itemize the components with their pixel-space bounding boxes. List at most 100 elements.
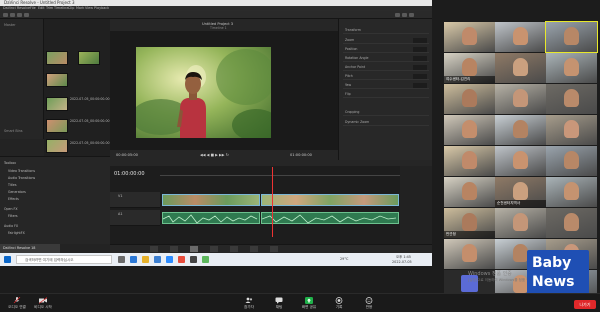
clip-label: 2022-07-05_00:00:00.00 <box>70 97 110 101</box>
participant-tile[interactable] <box>495 84 546 114</box>
effects-toggle-icon[interactable] <box>10 13 15 17</box>
leave-meeting-button[interactable]: 나가기 <box>574 300 596 309</box>
inspector-row[interactable]: Flip <box>343 91 429 98</box>
track-header-video[interactable]: V1 <box>110 192 160 208</box>
color-page-icon[interactable] <box>230 246 238 252</box>
participant-tile[interactable]: 여수센터-김진리 <box>444 53 495 83</box>
clip-thumbnail[interactable] <box>78 51 100 65</box>
sound-library-icon[interactable] <box>24 13 29 17</box>
participant-tile[interactable] <box>495 208 546 238</box>
file-explorer-icon[interactable] <box>142 256 149 263</box>
fairlight-page-icon[interactable] <box>250 246 258 252</box>
clip-thumbnail[interactable] <box>46 119 68 133</box>
participant-tile[interactable] <box>444 84 495 114</box>
start-icon[interactable] <box>4 256 11 263</box>
track-label: A1 <box>118 212 123 216</box>
effects-category[interactable]: Toolbox <box>4 161 16 165</box>
app-icon[interactable] <box>202 256 209 263</box>
participant-tile[interactable] <box>444 239 495 269</box>
effects-category[interactable]: Video Transitions <box>8 169 35 173</box>
effects-category[interactable]: Open FX <box>4 207 18 211</box>
inspector-icon[interactable] <box>409 13 414 17</box>
effects-category[interactable]: Generators <box>8 190 26 194</box>
inspector-row[interactable]: Rotation Angle <box>343 55 429 62</box>
reactions-button[interactable]: 반응 <box>354 296 384 312</box>
clock-date[interactable]: 2022-07-05 <box>392 260 412 264</box>
weather-temp[interactable]: 29°C <box>340 257 348 261</box>
audio-clip[interactable] <box>162 212 260 224</box>
participant-tile[interactable] <box>444 22 495 52</box>
task-view-icon[interactable] <box>118 256 125 263</box>
inspector-row[interactable]: Yaw <box>343 82 429 89</box>
media-page-icon[interactable] <box>150 246 158 252</box>
participant-tile[interactable] <box>495 146 546 176</box>
share-screen-button[interactable]: 화면 공유 <box>294 296 324 312</box>
participant-tile[interactable] <box>546 177 597 207</box>
video-clip[interactable] <box>162 194 260 206</box>
participant-tile[interactable] <box>444 115 495 145</box>
participant-tile[interactable] <box>546 208 597 238</box>
participant-tile[interactable] <box>546 115 597 145</box>
bin-smart[interactable]: Smart Bins <box>4 129 23 133</box>
effects-category[interactable]: Audio Transitions <box>8 176 35 180</box>
inspector-row[interactable]: Transform <box>343 27 429 34</box>
play-controls[interactable]: ◀◀ ◀ ■ ▶ ▶▶ ↻ <box>200 153 229 157</box>
clip-thumbnail[interactable] <box>46 51 68 65</box>
participant-face <box>513 120 528 138</box>
inspector-row[interactable]: Pitch <box>343 73 429 80</box>
participant-tile[interactable] <box>444 146 495 176</box>
inspector-row[interactable]: Position <box>343 46 429 53</box>
effects-category[interactable]: Audio FX <box>4 224 18 228</box>
video-clip[interactable] <box>261 194 399 206</box>
edge-icon[interactable] <box>130 256 137 263</box>
resolve-taskbar-preview[interactable]: DaVinci Resolve 18 <box>0 244 60 253</box>
participant-tile[interactable]: 순천센터지역사 <box>495 177 546 207</box>
participant-tile[interactable] <box>495 115 546 145</box>
participant-tile[interactable] <box>545 21 598 53</box>
effects-category[interactable]: FairlightFX <box>8 231 25 235</box>
participant-tile[interactable] <box>546 146 597 176</box>
participant-name: 순천센터지역사 <box>495 200 546 207</box>
participants-button[interactable]: 참가자 <box>234 296 264 312</box>
participant-face <box>513 89 528 107</box>
participant-tile[interactable] <box>495 22 546 52</box>
windows-activation-title: Windows 정품 인증 <box>468 271 512 277</box>
inspector-row[interactable]: Dynamic Zoom <box>343 119 429 126</box>
clock-time[interactable]: 오후 1:45 <box>396 254 411 259</box>
participant-tile[interactable]: 반관정 <box>444 208 495 238</box>
store-icon[interactable] <box>154 256 161 263</box>
record-button[interactable]: 기록 <box>324 296 354 312</box>
clip-thumbnail[interactable] <box>46 73 68 87</box>
effects-category[interactable]: Effects <box>8 197 19 201</box>
participant-tile[interactable] <box>495 53 546 83</box>
participant-tile[interactable] <box>444 177 495 207</box>
inspector-row[interactable]: Anchor Point <box>343 64 429 71</box>
zoom-icon[interactable] <box>166 256 173 263</box>
playhead[interactable] <box>272 167 273 237</box>
media-pool-toggle-icon[interactable] <box>3 13 8 17</box>
clip-thumbnail[interactable] <box>46 97 68 111</box>
app-icon[interactable] <box>178 256 185 263</box>
track-header-audio[interactable]: A1 <box>110 210 160 226</box>
effects-category[interactable]: Titles <box>8 183 17 187</box>
inspector-row[interactable]: Cropping <box>343 109 429 116</box>
bin-master[interactable]: Master <box>4 23 16 27</box>
resolve-icon[interactable] <box>190 256 197 263</box>
audio-clip[interactable] <box>261 212 399 224</box>
video-button[interactable]: 비디오 시작 <box>28 296 58 312</box>
clip-thumbnail[interactable] <box>46 139 68 153</box>
participant-tile[interactable] <box>546 84 597 114</box>
metadata-icon[interactable] <box>402 13 407 17</box>
edit-index-icon[interactable] <box>17 13 22 17</box>
deliver-page-icon[interactable] <box>270 246 278 252</box>
cut-page-icon[interactable] <box>170 246 178 252</box>
taskbar-search-input[interactable]: 검색하려면 여기에 입력하십시오 <box>16 255 112 264</box>
effects-category[interactable]: Filters <box>8 214 18 218</box>
timeline-ruler[interactable] <box>160 168 400 176</box>
fusion-page-icon[interactable] <box>210 246 218 252</box>
chat-button[interactable]: 채팅 <box>264 296 294 312</box>
inspector-row[interactable]: Zoom <box>343 37 429 44</box>
edit-page-icon[interactable] <box>190 246 198 252</box>
participant-tile[interactable] <box>546 53 597 83</box>
mixer-icon[interactable] <box>395 13 400 17</box>
